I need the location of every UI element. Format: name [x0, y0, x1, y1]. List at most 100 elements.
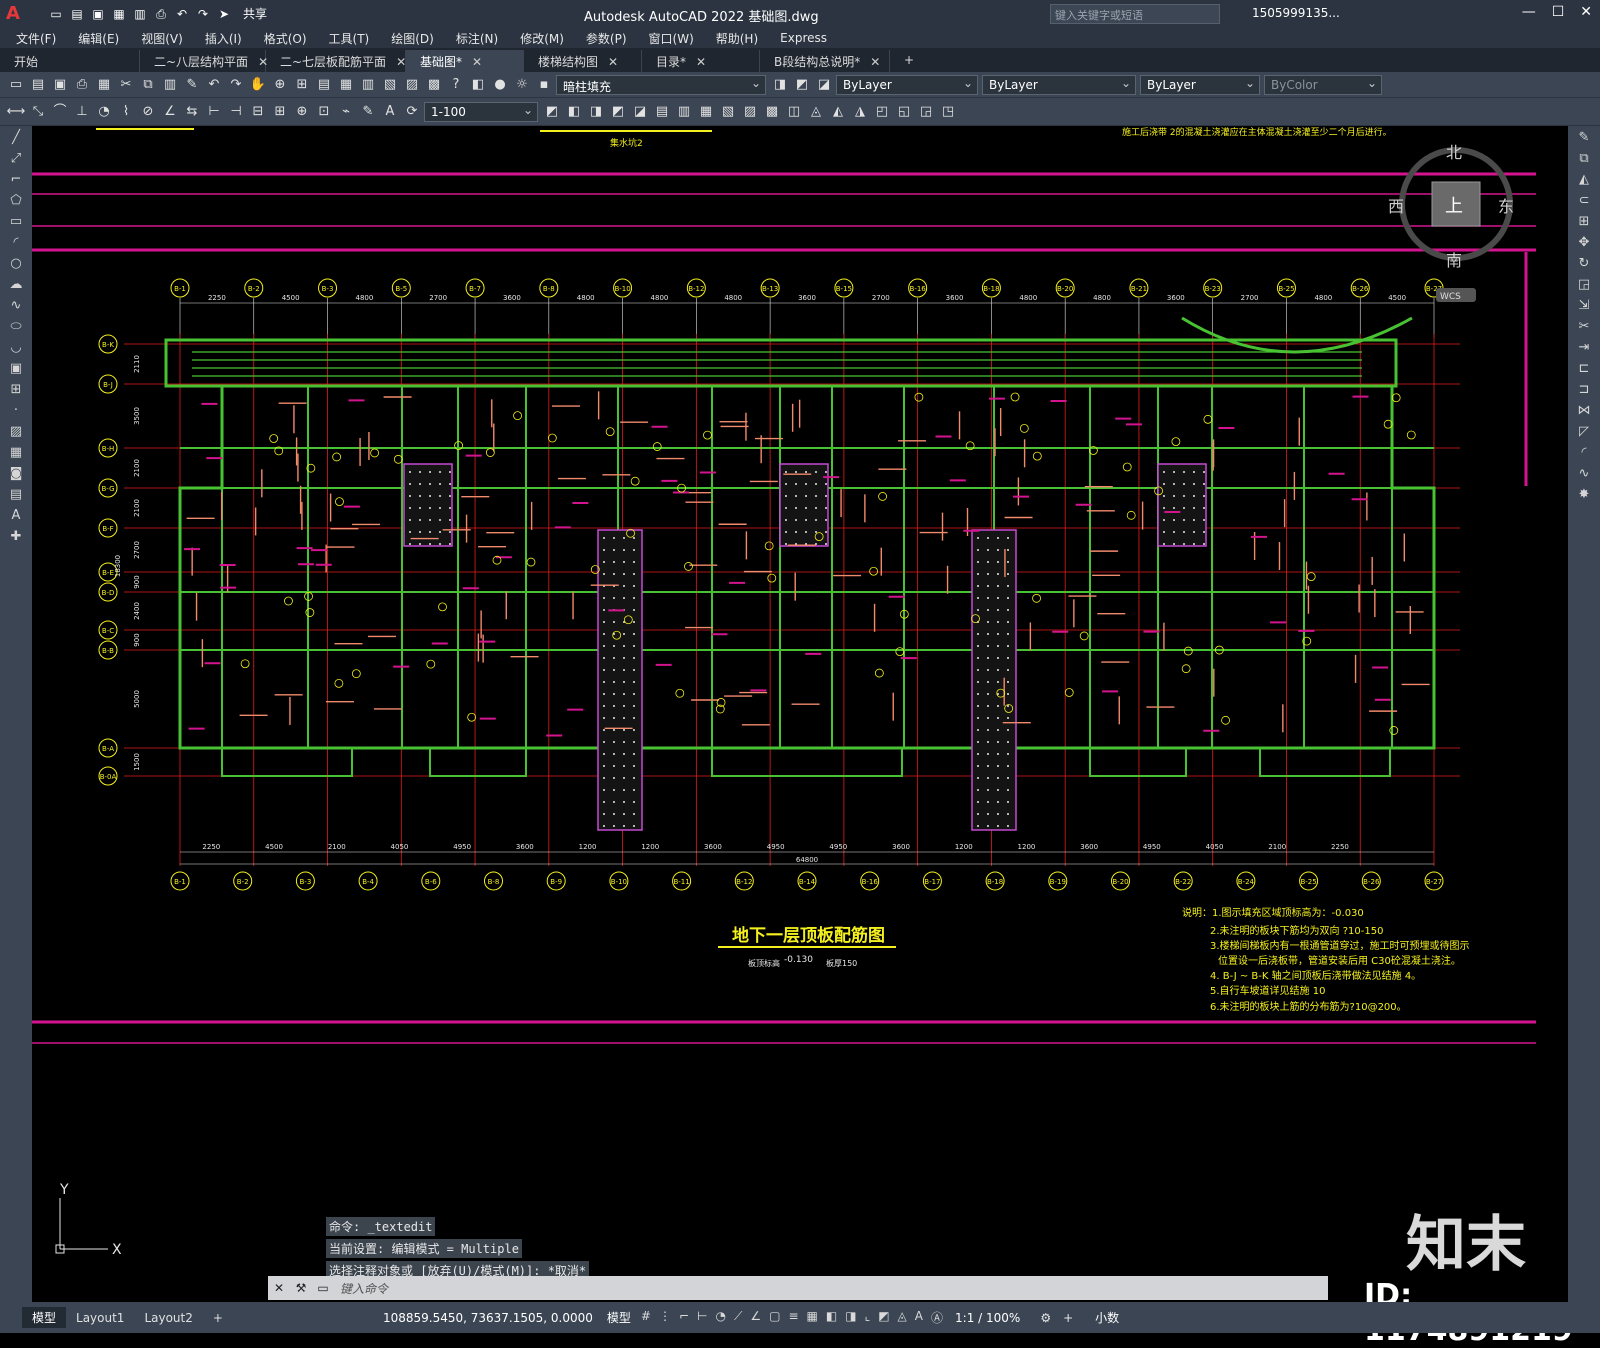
circle-icon[interactable]: ○: [5, 255, 27, 273]
redo-icon[interactable]: ↷: [226, 75, 246, 95]
print-icon[interactable]: ⎙: [153, 6, 169, 22]
publish-icon[interactable]: ▥: [132, 6, 148, 22]
tab-start[interactable]: 开始: [0, 50, 140, 72]
make-current-icon[interactable]: ◨: [770, 75, 790, 95]
undo-icon[interactable]: ↶: [174, 6, 190, 22]
color-dropdown[interactable]: ByLayer: [836, 74, 978, 95]
isodraft-icon[interactable]: ⟋: [734, 1309, 742, 1326]
add-selected-icon[interactable]: ✚: [5, 528, 27, 546]
properties-icon[interactable]: ▤: [314, 75, 334, 95]
arc-icon[interactable]: ◜: [5, 234, 27, 252]
chamfer-icon[interactable]: ◸: [1573, 423, 1595, 441]
break-point-icon[interactable]: ⊏: [1573, 360, 1595, 378]
plotstyle-dropdown[interactable]: ByColor: [1264, 74, 1382, 95]
extend-icon[interactable]: ⇥: [1573, 339, 1595, 357]
user-account[interactable]: 1505999135...: [1252, 6, 1340, 20]
annotation-visibility-icon[interactable]: A: [915, 1309, 923, 1326]
modify-icon-8[interactable]: ▧: [718, 102, 738, 122]
modify-icon-11[interactable]: ◫: [784, 102, 804, 122]
modify-icon-18[interactable]: ◳: [938, 102, 958, 122]
match-icon[interactable]: ✎: [182, 75, 202, 95]
recent-commands-icon[interactable]: ▭: [312, 1281, 334, 1295]
break-icon[interactable]: ⊐: [1573, 381, 1595, 399]
autocad-logo-icon[interactable]: A: [6, 3, 32, 25]
close-icon[interactable]: ✕: [870, 55, 880, 69]
menu-draw[interactable]: 绘图(D): [391, 30, 434, 47]
layer-dropdown[interactable]: 暗柱填充: [556, 74, 766, 95]
menu-window[interactable]: 窗口(W): [649, 30, 694, 47]
open-icon[interactable]: ▤: [28, 75, 48, 95]
copy-icon[interactable]: ⧉: [138, 75, 158, 95]
selection-cycling-icon[interactable]: ◧: [826, 1309, 837, 1326]
share-button[interactable]: 共享: [243, 6, 267, 22]
modify-icon-3[interactable]: ◩: [608, 102, 628, 122]
modify-icon-5[interactable]: ▤: [652, 102, 672, 122]
dim-continue-icon[interactable]: ⊣: [226, 102, 246, 122]
menu-express[interactable]: Express: [780, 31, 827, 45]
save-icon[interactable]: ▣: [50, 75, 70, 95]
selection-filter-icon[interactable]: ◩: [878, 1309, 889, 1326]
menu-format[interactable]: 格式(O): [264, 30, 307, 47]
dim-style-dropdown[interactable]: 1-100: [424, 101, 538, 122]
compass-south[interactable]: 南: [1446, 251, 1462, 270]
units-display[interactable]: 小数: [1095, 1309, 1119, 1326]
plus-icon[interactable]: +: [1063, 1311, 1073, 1325]
new-tab-icon[interactable]: +: [890, 50, 920, 72]
modify-icon-9[interactable]: ▨: [740, 102, 760, 122]
command-input[interactable]: 键入命令: [340, 1280, 388, 1297]
dim-baseline-icon[interactable]: ⊢: [204, 102, 224, 122]
maximize-icon[interactable]: ☐: [1552, 4, 1565, 20]
dim-ordinate-icon[interactable]: ⊥: [72, 102, 92, 122]
fillet-icon[interactable]: ◜: [1573, 444, 1595, 462]
zoom-window-icon[interactable]: ⊞: [292, 75, 312, 95]
move-icon[interactable]: ✥: [1573, 234, 1595, 252]
construction-line-icon[interactable]: ⤢: [5, 150, 27, 168]
revision-cloud-icon[interactable]: ☁: [5, 276, 27, 294]
customize-icon[interactable]: ⚒: [290, 1281, 312, 1295]
markup-icon[interactable]: ▨: [402, 75, 422, 95]
dim-edit-icon[interactable]: ✎: [358, 102, 378, 122]
hatch-icon[interactable]: ▨: [5, 423, 27, 441]
layer-state-icon[interactable]: ◪: [814, 75, 834, 95]
linetype-dropdown[interactable]: ByLayer: [982, 74, 1136, 95]
dim-jogged-icon[interactable]: ⌇: [116, 102, 136, 122]
cut-icon[interactable]: ✂: [116, 75, 136, 95]
menu-edit[interactable]: 编辑(E): [78, 30, 119, 47]
add-layout-icon[interactable]: +: [203, 1309, 233, 1327]
new-icon[interactable]: ▭: [48, 6, 64, 22]
sun-icon[interactable]: ☼: [512, 75, 532, 95]
ortho-icon[interactable]: ⊢: [697, 1309, 707, 1326]
saveas-icon[interactable]: ▦: [111, 6, 127, 22]
dim-radius-icon[interactable]: ◔: [94, 102, 114, 122]
copy-object-icon[interactable]: ⧉: [1573, 150, 1595, 168]
close-icon[interactable]: ✕: [396, 55, 406, 69]
osnap-icon[interactable]: ▢: [769, 1309, 780, 1326]
share-icon[interactable]: ➤: [216, 6, 232, 22]
dim-style-icon[interactable]: ◩: [542, 102, 562, 122]
dim-diameter-icon[interactable]: ⊘: [138, 102, 158, 122]
tab-2-8-structure[interactable]: 二~八层结构平面 ✕: [140, 50, 268, 72]
close-icon[interactable]: ✕: [268, 1281, 290, 1295]
lineweight-dropdown[interactable]: ByLayer: [1140, 74, 1260, 95]
tab-b-general-notes[interactable]: B段结构总说明* ✕: [760, 50, 890, 72]
dim-space-icon[interactable]: ⊟: [248, 102, 268, 122]
compass-east[interactable]: 东: [1498, 197, 1514, 216]
ellipse-arc-icon[interactable]: ◡: [5, 339, 27, 357]
table-icon[interactable]: ▤: [5, 486, 27, 504]
jog-line-icon[interactable]: ⌁: [336, 102, 356, 122]
compass-north[interactable]: 北: [1446, 143, 1462, 162]
paste-icon[interactable]: ▥: [160, 75, 180, 95]
tab-foundation[interactable]: 基础图* ✕: [406, 50, 524, 72]
array-icon[interactable]: ⊞: [1573, 213, 1595, 231]
gizmo-icon[interactable]: ◬: [898, 1309, 907, 1326]
dim-arc-icon[interactable]: ⌒: [50, 102, 70, 122]
light-bulb-icon[interactable]: ●: [490, 75, 510, 95]
command-line[interactable]: ✕ ⚒ ▭ 键入命令: [268, 1276, 1328, 1300]
workspace-icon[interactable]: ⚙: [1040, 1311, 1051, 1325]
help-icon[interactable]: ?: [446, 75, 466, 95]
tolerance-icon[interactable]: ⊞: [270, 102, 290, 122]
viewcube[interactable]: 上 北 南 东 西 WCS: [1388, 143, 1514, 302]
undo-icon[interactable]: ↶: [204, 75, 224, 95]
dim-linear-icon[interactable]: ⟷: [6, 102, 26, 122]
polygon-icon[interactable]: ⬠: [5, 192, 27, 210]
